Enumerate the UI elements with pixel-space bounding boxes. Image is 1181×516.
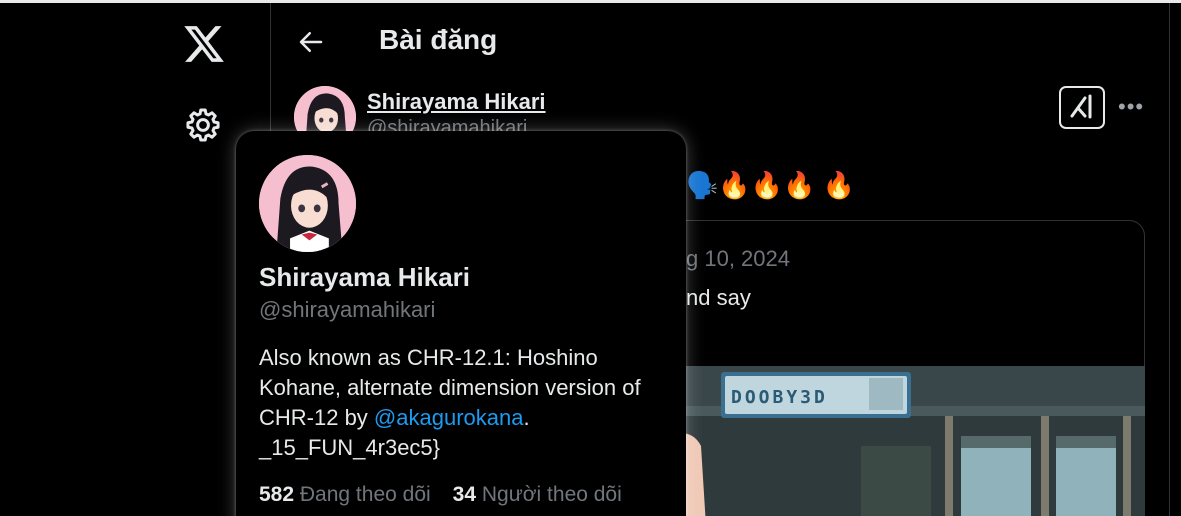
- following-count: 582: [259, 483, 295, 506]
- left-nav: [0, 3, 270, 516]
- train-sign-text: DOOBY3D: [731, 387, 828, 408]
- grok-icon: [1070, 94, 1092, 119]
- bio-mention-link[interactable]: @akagurokana: [374, 405, 524, 430]
- x-logo-icon[interactable]: [182, 22, 226, 66]
- grok-button[interactable]: [1059, 86, 1105, 129]
- column-divider-right: [1169, 3, 1170, 516]
- post-text: 🗣️🔥🔥🔥 🔥: [686, 170, 856, 200]
- hover-card-handle[interactable]: @shirayamahikari: [259, 297, 435, 323]
- hover-card-avatar[interactable]: [259, 155, 356, 252]
- quoted-post-image[interactable]: DOOBY3D: [661, 366, 1145, 516]
- quoted-post-text: nd say: [686, 285, 751, 310]
- quoted-post-date: g 10, 2024: [686, 246, 790, 271]
- gear-icon[interactable]: [184, 106, 222, 144]
- post-author-name[interactable]: Shirayama Hikari: [367, 89, 546, 115]
- arrow-left-icon[interactable]: [296, 27, 326, 57]
- following-label: Đang theo dõi: [299, 483, 431, 506]
- following-stat[interactable]: 582 Đang theo dõi: [259, 483, 431, 506]
- followers-label: Người theo dõi: [481, 483, 622, 506]
- hover-card-name[interactable]: Shirayama Hikari: [259, 262, 470, 293]
- hover-card-stats: 582 Đang theo dõi 34 Người theo dõi: [259, 483, 622, 507]
- followers-stat[interactable]: 34 Người theo dõi: [453, 483, 622, 506]
- page-title: Bài đăng: [379, 24, 498, 55]
- more-horizontal-icon[interactable]: •••: [1118, 94, 1144, 120]
- followers-count: 34: [452, 483, 477, 506]
- hover-card-bio: Also known as CHR-12.1: Hoshino Kohane, …: [259, 343, 664, 463]
- profile-hover-card: Shirayama Hikari @shirayamahikari Also k…: [236, 131, 686, 516]
